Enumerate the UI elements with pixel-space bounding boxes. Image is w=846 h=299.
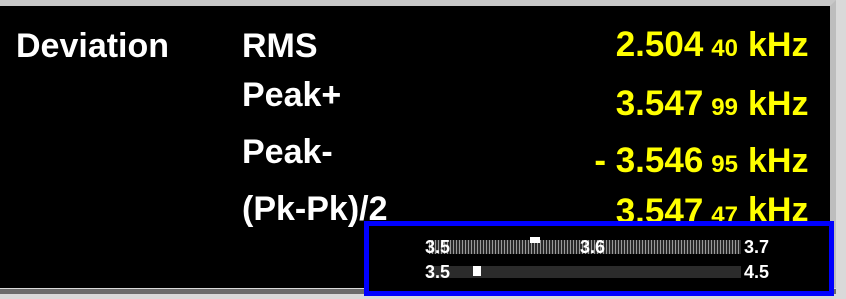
row-unit: kHz — [748, 26, 809, 64]
lower-marker-icon — [473, 266, 481, 276]
deviation-scale-bar[interactable]: 3.5 3.6 3.7 3.5 4.5 — [364, 221, 834, 296]
row-unit: kHz — [748, 85, 809, 123]
row-value-minor: 99 — [711, 94, 738, 121]
upper-marker-icon — [530, 237, 540, 243]
scale-upper-left: 3.5 — [425, 237, 451, 257]
row-value-major: - 3.546 — [594, 141, 704, 180]
row-value-rms: 2.504 40 — [616, 25, 738, 69]
row-label-peak-plus: Peak+ — [242, 76, 342, 114]
row-unit: kHz — [748, 142, 809, 180]
row-value-peak-minus: - 3.546 95 — [594, 141, 738, 185]
row-value-minor: 40 — [711, 35, 738, 62]
scale-upper-mid: 3.6 — [580, 237, 606, 257]
row-value-minor: 95 — [711, 151, 738, 178]
scale-lower-right: 4.5 — [744, 262, 770, 282]
row-label-peak-minus: Peak- — [242, 133, 333, 171]
scale-upper-right: 3.7 — [744, 237, 770, 257]
scale-lower-left: 3.5 — [425, 262, 451, 282]
row-label-rms: RMS — [242, 27, 318, 65]
row-value-peak-plus: 3.547 99 — [616, 84, 738, 128]
section-label: Deviation — [16, 27, 170, 65]
row-value-major: 3.547 — [615, 84, 704, 123]
row-value-major: 2.504 — [615, 25, 704, 64]
